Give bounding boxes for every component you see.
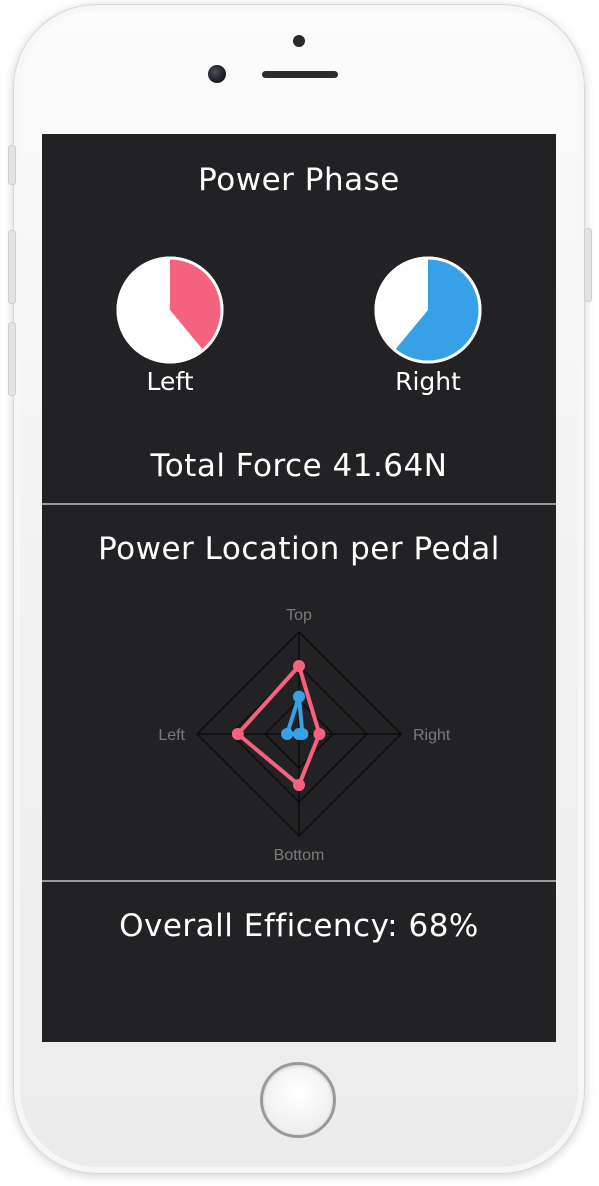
radar-axis-label-right: Right xyxy=(413,727,451,744)
right-power-pie xyxy=(374,256,482,364)
efficiency-section: Overall Efficency: 68% xyxy=(42,882,556,1042)
right-pie-label: Right xyxy=(395,367,461,396)
radar-series-1-point xyxy=(231,728,244,740)
radar-axis-label-bottom: Bottom xyxy=(274,847,325,864)
radar-axis-label-top: Top xyxy=(286,607,312,624)
front-camera-icon xyxy=(208,65,226,83)
left-power-pie xyxy=(116,256,224,364)
power-button xyxy=(584,228,592,302)
radar-series-1-point xyxy=(293,660,305,672)
radar-series-2-point xyxy=(293,728,305,740)
volume-up-button xyxy=(8,230,16,304)
proximity-sensor xyxy=(293,35,305,47)
overall-efficiency-text: Overall Efficency: 68% xyxy=(119,908,479,944)
radar-series-2-point xyxy=(281,728,294,740)
left-pie-label: Left xyxy=(146,367,194,396)
radar-series-2-point xyxy=(293,690,305,703)
power-phase-section: Power Phase Left Right Total Force 41.64… xyxy=(42,134,556,503)
radar-series xyxy=(231,660,326,791)
radar-series-1-line xyxy=(235,664,322,787)
power-location-radar-chart: Top Right Bottom Left xyxy=(158,607,451,864)
radar-series-1-point xyxy=(293,779,305,791)
power-location-section: Power Location per Pedal Top Right Bottom L… xyxy=(42,505,556,880)
earpiece-speaker xyxy=(262,71,338,78)
radar-axis-label-left: Left xyxy=(158,727,185,744)
volume-down-button xyxy=(8,322,16,396)
mute-switch xyxy=(8,145,16,185)
power-location-title: Power Location per Pedal xyxy=(98,531,500,567)
app-screen: Power Phase Left Right Total Force 41.64… xyxy=(42,134,556,1042)
radar-series-1-point xyxy=(313,728,326,740)
power-phase-title: Power Phase xyxy=(198,162,400,198)
total-force-text: Total Force 41.64N xyxy=(150,448,448,484)
home-button[interactable] xyxy=(260,1062,336,1138)
